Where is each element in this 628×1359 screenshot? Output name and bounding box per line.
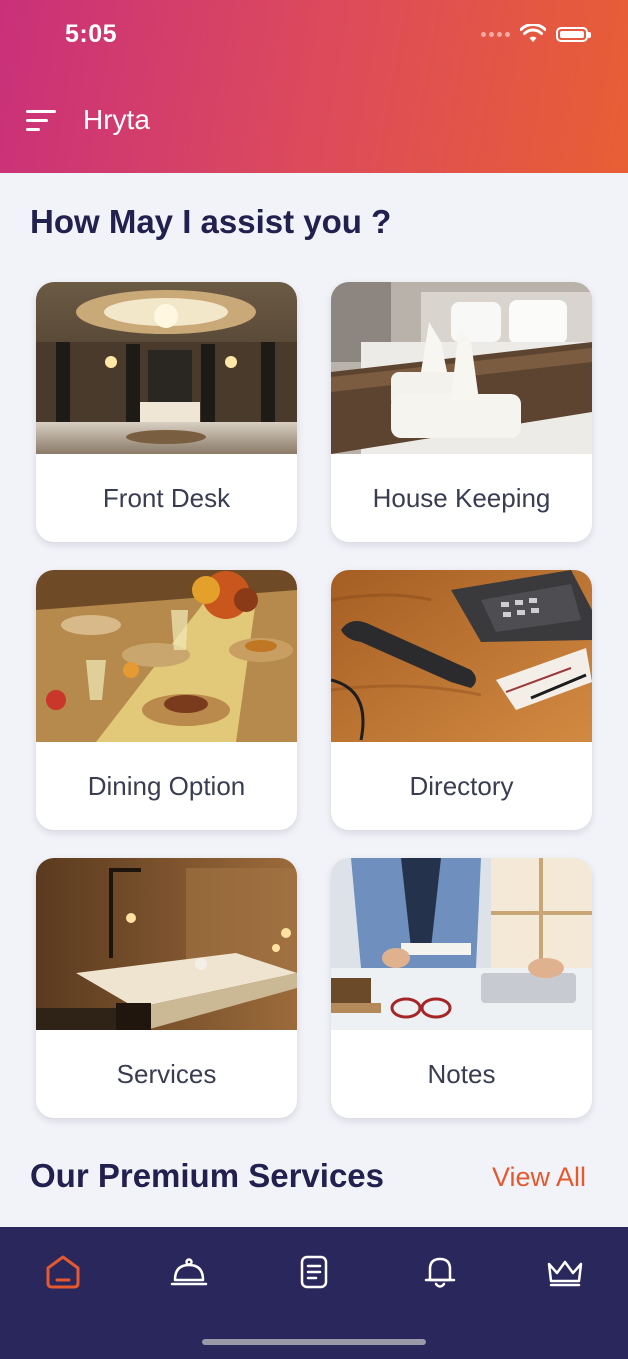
assist-title: How May I assist you ? [30, 203, 392, 240]
house-keeping-image [331, 282, 592, 454]
status-time: 5:05 [65, 20, 118, 48]
home-indicator [202, 1339, 426, 1345]
tab-notes[interactable] [289, 1247, 339, 1297]
premium-title: Our Premium Services [30, 1157, 385, 1194]
tab-home[interactable] [38, 1247, 88, 1297]
card-label: Notes [427, 1058, 496, 1089]
status-icons [481, 24, 591, 44]
card-label: Services [116, 1058, 217, 1089]
card-house-keeping[interactable]: House Keeping [331, 282, 592, 542]
tab-premium[interactable] [540, 1247, 590, 1297]
card-notes[interactable]: Notes [331, 858, 592, 1118]
card-label: Dining Option [87, 770, 246, 801]
crown-icon [547, 1260, 583, 1287]
wifi-icon [520, 24, 546, 42]
card-label: Directory [409, 770, 514, 801]
card-services[interactable]: Services [36, 858, 297, 1118]
tab-room-service[interactable] [164, 1247, 214, 1297]
app-title: Hryta [83, 104, 150, 135]
dining-option-image [36, 570, 297, 742]
battery-icon [556, 26, 591, 42]
menu-icon[interactable] [26, 108, 58, 134]
card-directory[interactable]: Directory [331, 570, 592, 830]
app-header: 5:05 Hryta [0, 0, 628, 173]
view-all-link[interactable]: View All [492, 1162, 586, 1193]
notes-icon [300, 1255, 328, 1289]
card-front-desk[interactable]: Front Desk [36, 282, 297, 542]
directory-image [331, 570, 592, 742]
services-image [36, 858, 297, 1030]
card-label: Front Desk [102, 482, 231, 513]
notes-image [331, 858, 592, 1030]
front-desk-image [36, 282, 297, 454]
card-label: House Keeping [372, 482, 551, 513]
card-dining-option[interactable]: Dining Option [36, 570, 297, 830]
bell-icon [424, 1257, 456, 1288]
signal-icon [481, 31, 510, 37]
home-icon [46, 1255, 80, 1289]
room-service-icon [170, 1258, 208, 1286]
tab-notifications[interactable] [415, 1247, 465, 1297]
